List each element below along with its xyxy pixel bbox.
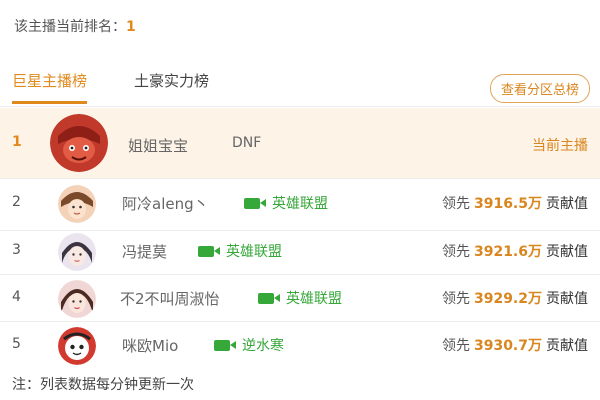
ranking-tabs: 巨星主播榜 土豪实力榜 查看分区总榜 bbox=[0, 62, 600, 107]
video-camera-icon bbox=[214, 339, 236, 351]
tab-star-anchor[interactable]: 巨星主播榜 bbox=[12, 70, 88, 104]
list-item[interactable]: 5 咪欧Mio 逆水寒 领先 3930.7万 贡献值 bbox=[0, 322, 600, 368]
avatar[interactable] bbox=[58, 185, 96, 223]
lead-info: 领先 3921.6万 贡献值 bbox=[442, 241, 588, 261]
anchor-name[interactable]: 咪欧Mio bbox=[122, 335, 178, 356]
lead-label: 领先 bbox=[441, 291, 470, 307]
rank-number: 4 bbox=[12, 289, 21, 305]
update-note: 注：列表数据每分钟更新一次 bbox=[12, 377, 194, 393]
contribution-label: 贡献值 bbox=[546, 338, 588, 354]
lead-label: 领先 bbox=[441, 196, 470, 212]
game-tag[interactable]: 英雄联盟 bbox=[198, 241, 282, 261]
lead-amount: 3916.5万 bbox=[473, 196, 542, 212]
game-name: 英雄联盟 bbox=[286, 291, 342, 307]
lead-info: 领先 3916.5万 贡献值 bbox=[442, 193, 588, 213]
anchor-name[interactable]: 姐姐宝宝 bbox=[128, 135, 188, 156]
current-rank-label: 该主播当前排名： bbox=[14, 19, 126, 35]
current-rank-line: 该主播当前排名：1 bbox=[14, 16, 136, 36]
current-anchor-tag: 当前主播 bbox=[532, 138, 588, 154]
list-item[interactable]: 3 冯提莫 英雄联盟 领先 3921.6万 贡献值 bbox=[0, 228, 600, 275]
avatar[interactable] bbox=[58, 280, 96, 318]
rank-number: 3 bbox=[12, 242, 21, 258]
anchor-name[interactable]: 阿冷aleng丶 bbox=[122, 193, 209, 214]
game-tag[interactable]: 英雄联盟 bbox=[244, 193, 328, 213]
anchor-name[interactable]: 不2不叫周淑怡 bbox=[120, 288, 220, 309]
game-tag[interactable]: 英雄联盟 bbox=[258, 288, 342, 308]
contribution-label: 贡献值 bbox=[546, 291, 588, 307]
anchor-name[interactable]: 冯提莫 bbox=[122, 241, 167, 262]
lead-label: 领先 bbox=[441, 338, 470, 354]
tab-rich-power[interactable]: 土豪实力榜 bbox=[134, 70, 209, 101]
game-tag[interactable]: 逆水寒 bbox=[214, 335, 284, 355]
list-item[interactable]: 4 不2不叫周淑怡 英雄联盟 领先 3929.2万 贡献值 bbox=[0, 275, 600, 322]
lead-amount: 3929.2万 bbox=[473, 291, 542, 307]
lead-info: 领先 3929.2万 贡献值 bbox=[442, 288, 588, 308]
lead-amount: 3921.6万 bbox=[473, 244, 542, 260]
lead-amount: 3930.7万 bbox=[473, 338, 542, 354]
game-name: DNF bbox=[232, 135, 262, 151]
lead-info: 领先 3930.7万 贡献值 bbox=[442, 335, 588, 355]
video-camera-icon bbox=[244, 197, 266, 209]
contribution-label: 贡献值 bbox=[546, 244, 588, 260]
contribution-label: 贡献值 bbox=[546, 196, 588, 212]
current-rank-value: 1 bbox=[126, 19, 136, 35]
rank-number: 1 bbox=[12, 134, 22, 150]
list-item[interactable]: 2 阿冷aleng丶 英雄联盟 领先 3916.5万 贡献值 bbox=[0, 180, 600, 231]
game-name: 英雄联盟 bbox=[226, 244, 282, 260]
game-name: 英雄联盟 bbox=[272, 196, 328, 212]
video-camera-icon bbox=[258, 292, 280, 304]
rank-number: 5 bbox=[12, 336, 21, 352]
avatar[interactable] bbox=[50, 114, 108, 172]
avatar[interactable] bbox=[58, 233, 96, 271]
game-name: 逆水寒 bbox=[242, 338, 284, 354]
avatar[interactable] bbox=[58, 327, 96, 365]
video-camera-icon bbox=[198, 245, 220, 257]
lead-label: 领先 bbox=[441, 244, 470, 260]
list-item[interactable]: 1 姐姐宝宝 DNF 当前主播 bbox=[0, 108, 600, 179]
rank-number: 2 bbox=[12, 194, 21, 210]
view-zone-ranking-button[interactable]: 查看分区总榜 bbox=[489, 74, 590, 103]
